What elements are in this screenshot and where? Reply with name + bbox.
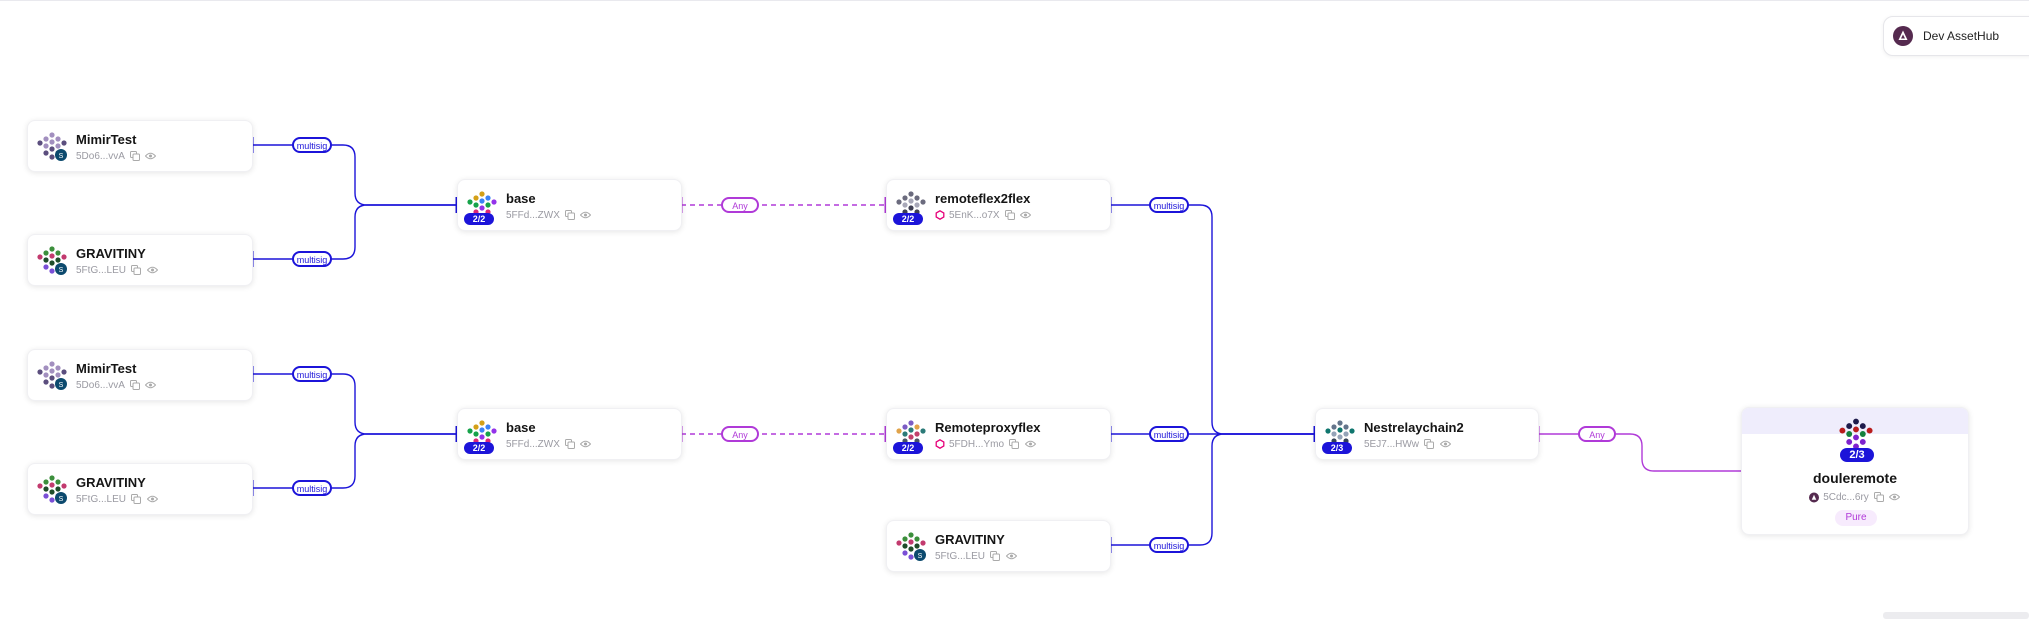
account-address: 5Do6...vvA (76, 150, 125, 162)
network-selector[interactable]: Dev AssetHub (1883, 16, 2029, 56)
account-address: 5EnK...o7X (949, 209, 1000, 221)
network-label: Dev AssetHub (1923, 29, 2000, 43)
threshold-badge: 2/3 (1322, 442, 1352, 454)
horizontal-scrollbar[interactable] (1883, 612, 2029, 619)
identicon-avatar: S (37, 132, 67, 161)
account-address: 5FtG...LEU (76, 264, 127, 276)
copy-icon[interactable] (564, 209, 576, 221)
threshold-badge: 2/2 (893, 213, 923, 225)
identicon-avatar: S (37, 361, 67, 390)
account-address: 5FFd...ZWX (506, 209, 560, 221)
identicon-avatar: S (896, 532, 926, 561)
eye-icon[interactable] (1889, 491, 1901, 503)
account-address: 5FDH...Ymo (949, 438, 1005, 450)
edge-label-any[interactable]: Any (721, 197, 759, 213)
copy-icon[interactable] (564, 438, 576, 450)
pure-badge: Pure (1835, 510, 1877, 526)
multisig-node-base[interactable]: 2/2 base 5FFd...ZWX (457, 408, 682, 460)
eye-icon[interactable] (1005, 550, 1017, 562)
account-address: 5FFd...ZWX (506, 438, 560, 450)
identicon-avatar: S (37, 475, 67, 504)
threshold-badge: 2/2 (893, 442, 923, 454)
account-name: MimirTest (76, 361, 137, 376)
multisig-node-remoteflex2flex[interactable]: 2/2 remoteflex2flex 5EnK...o7X (886, 179, 1111, 231)
account-name: Nestrelaychain2 (1364, 420, 1464, 435)
account-address: 5FtG...LEU (76, 493, 127, 505)
copy-icon[interactable] (130, 264, 142, 276)
copy-icon[interactable] (1004, 209, 1016, 221)
account-name: Remoteproxyflex (935, 420, 1041, 435)
edge-label-multisig[interactable]: multisig (292, 366, 332, 382)
account-name: GRAVITINY (935, 532, 1005, 547)
copy-icon[interactable] (1008, 438, 1020, 450)
account-name: MimirTest (76, 132, 137, 147)
account-address: 5FtG...LEU (935, 550, 986, 562)
edge-label-multisig[interactable]: multisig (292, 251, 332, 267)
svg-text:S: S (59, 267, 64, 274)
threshold-badge: 2/3 (1840, 448, 1874, 462)
eye-icon[interactable] (1020, 209, 1032, 221)
copy-icon[interactable] (130, 493, 142, 505)
eye-icon[interactable] (146, 264, 158, 276)
account-node-mimirtest[interactable]: S MimirTest 5Do6...vvA (27, 349, 253, 401)
eye-icon[interactable] (146, 493, 158, 505)
account-address: 5EJ7...HWw (1364, 438, 1420, 450)
account-name: GRAVITINY (76, 246, 146, 261)
threshold-badge: 2/2 (464, 213, 494, 225)
edge-label-multisig[interactable]: multisig (292, 480, 332, 496)
copy-icon[interactable] (1873, 491, 1885, 503)
eye-icon[interactable] (580, 438, 592, 450)
copy-icon[interactable] (129, 379, 141, 391)
identicon-avatar: S (37, 246, 67, 275)
account-name: base (506, 191, 536, 206)
svg-text:S: S (918, 553, 923, 560)
eye-icon[interactable] (1439, 438, 1451, 450)
account-name: base (506, 420, 536, 435)
multisig-node-remoteproxyflex[interactable]: 2/2 Remoteproxyflex 5FDH...Ymo (886, 408, 1111, 460)
polkadot-chain-icon (935, 439, 945, 449)
multisig-node-nestrelaychain2[interactable]: 2/3 Nestrelaychain2 5EJ7...HWw (1315, 408, 1539, 460)
multisig-node-base[interactable]: 2/2 base 5FFd...ZWX (457, 179, 682, 231)
assethub-logo-icon (1893, 26, 1913, 46)
pure-account-node-douleremote[interactable]: 2/3 douleremote 5Cdc...6ry Pure (1741, 407, 1969, 535)
identicon-avatar (1839, 418, 1873, 450)
eye-icon[interactable] (1024, 438, 1036, 450)
svg-text:S: S (59, 153, 64, 160)
edge-label-multisig[interactable]: multisig (1149, 537, 1189, 553)
account-address: 5Cdc...6ry (1823, 491, 1869, 503)
edge-label-multisig[interactable]: multisig (1149, 197, 1189, 213)
account-name: remoteflex2flex (935, 191, 1031, 206)
account-node-gravitiny[interactable]: S GRAVITINY 5FtG...LEU (27, 234, 253, 286)
account-node-gravitiny[interactable]: S GRAVITINY 5FtG...LEU (27, 463, 253, 515)
edge-label-any[interactable]: Any (1578, 426, 1616, 442)
account-name: douleremote (1812, 470, 1897, 486)
assethub-chain-icon (1809, 492, 1820, 503)
eye-icon[interactable] (580, 209, 592, 221)
threshold-badge: 2/2 (464, 442, 494, 454)
edge-label-any[interactable]: Any (721, 426, 759, 442)
copy-icon[interactable] (129, 150, 141, 162)
account-name: GRAVITINY (76, 475, 146, 490)
copy-icon[interactable] (1423, 438, 1435, 450)
polkadot-chain-icon (935, 210, 945, 220)
svg-text:S: S (59, 496, 64, 503)
eye-icon[interactable] (145, 379, 157, 391)
copy-icon[interactable] (989, 550, 1001, 562)
eye-icon[interactable] (145, 150, 157, 162)
edge-label-multisig[interactable]: multisig (1149, 426, 1189, 442)
svg-text:S: S (59, 382, 64, 389)
account-node-mimirtest[interactable]: S MimirTest 5Do6...vvA (27, 120, 253, 172)
account-node-gravitiny[interactable]: S GRAVITINY 5FtG...LEU (886, 520, 1111, 572)
edge-label-multisig[interactable]: multisig (292, 137, 332, 153)
account-address: 5Do6...vvA (76, 379, 125, 391)
